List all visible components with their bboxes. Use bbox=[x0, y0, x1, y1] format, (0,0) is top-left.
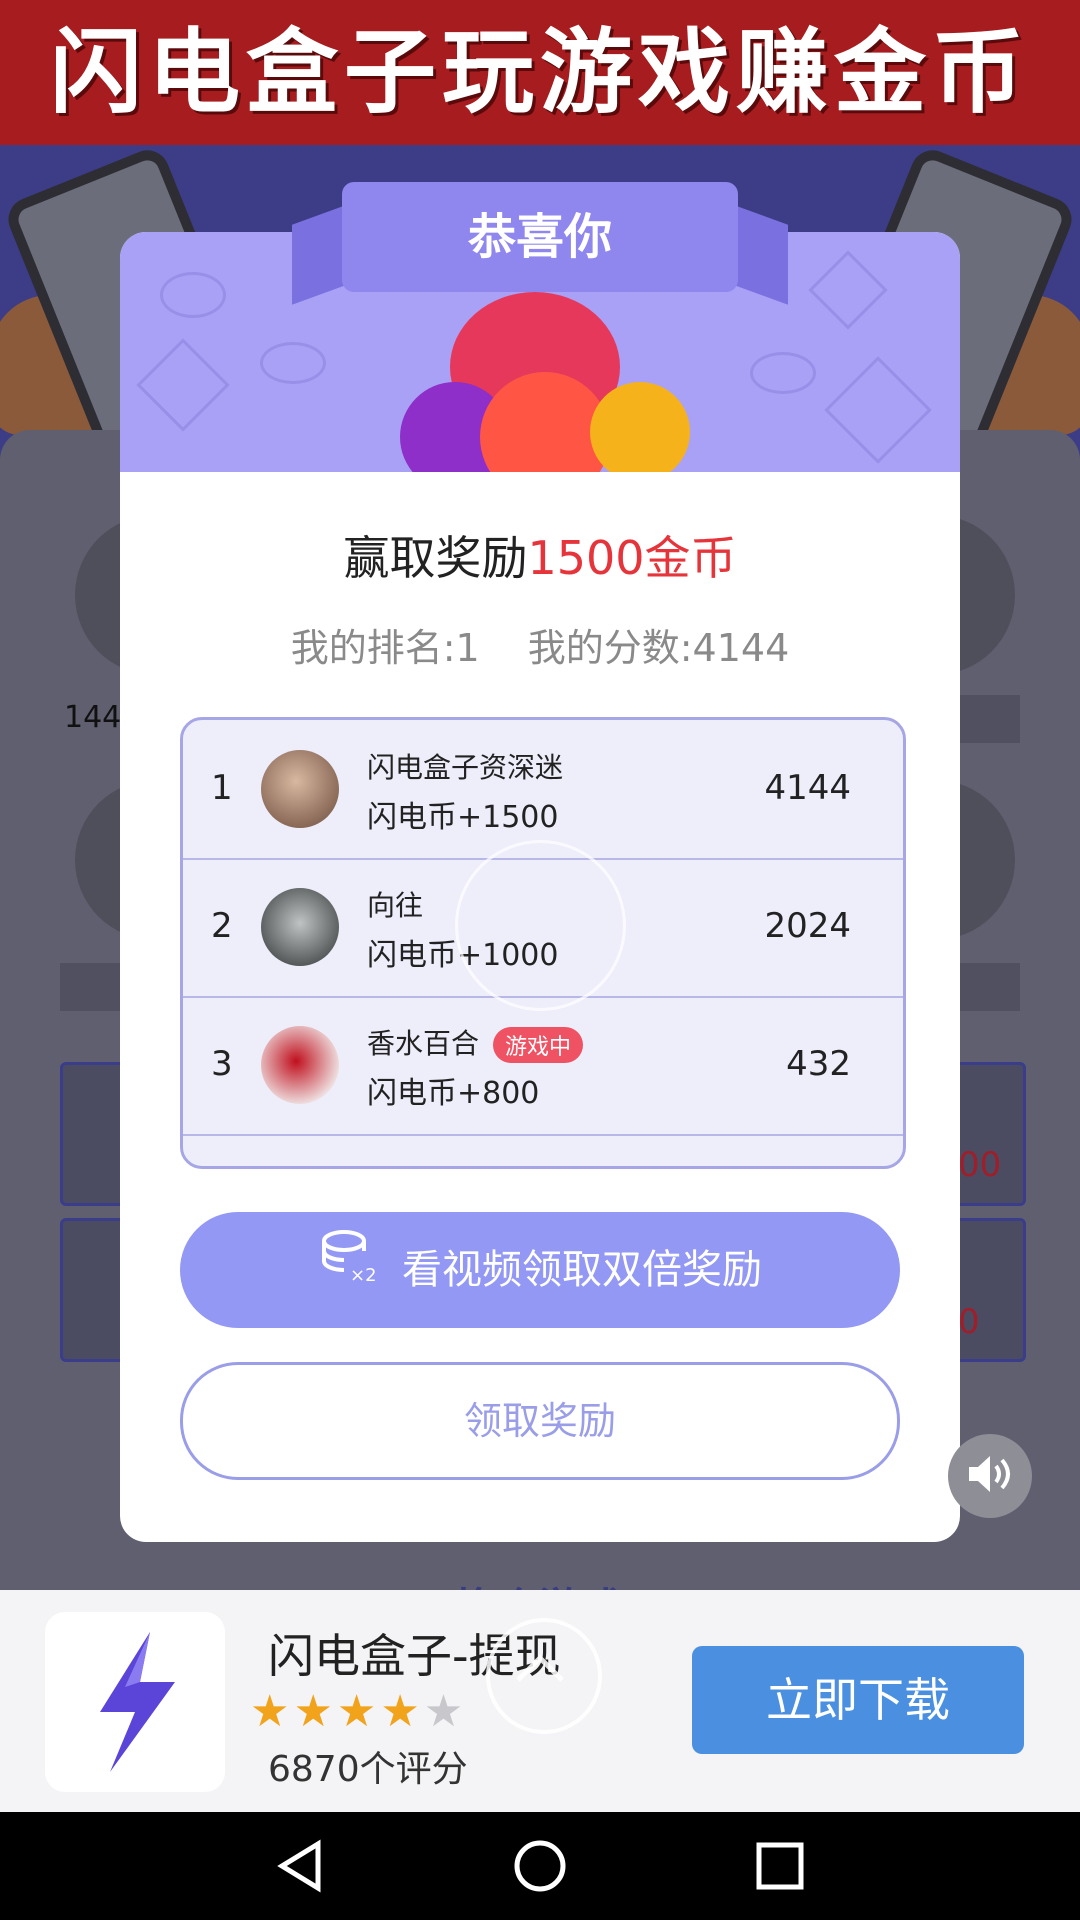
ad-close-overlay-ring bbox=[455, 840, 626, 1011]
avatar bbox=[261, 888, 339, 966]
diamond-decoration bbox=[808, 250, 888, 330]
reward-dialog: 恭喜你 赢取奖励1500金币 我的排名:1 我的分数:4144 1 闪电盒子资深迷… bbox=[120, 182, 960, 1542]
diamond-decoration bbox=[136, 338, 230, 432]
rating-count: 6870个评分 bbox=[268, 1749, 468, 1790]
rank-number: 1 bbox=[211, 768, 233, 808]
download-button[interactable]: 立即下载 bbox=[692, 1646, 1024, 1754]
coin-decoration bbox=[260, 342, 326, 384]
sound-toggle[interactable] bbox=[948, 1434, 1032, 1518]
dialog-title: 恭喜你 bbox=[467, 209, 612, 265]
watch-video-double-reward-button[interactable]: ×2 看视频领取双倍奖励 bbox=[180, 1212, 900, 1328]
background-score: 144 bbox=[64, 700, 122, 735]
coin-decoration bbox=[750, 352, 816, 394]
rank-number: 2 bbox=[211, 906, 233, 946]
speaker-icon bbox=[965, 1452, 1015, 1500]
player-reward: 闪电币+1500 bbox=[367, 800, 559, 835]
player-reward: 闪电币+800 bbox=[367, 1076, 540, 1111]
avatar bbox=[261, 1026, 339, 1104]
leaderboard-row: 1 闪电盒子资深迷 闪电币+1500 4144 bbox=[183, 720, 903, 860]
reward-heading: 赢取奖励1500金币 bbox=[120, 522, 960, 588]
star-icon-empty: ★ bbox=[423, 1686, 468, 1737]
promo-banner: 闪电盒子玩游戏赚金币 bbox=[0, 0, 1080, 145]
svg-text:×2: ×2 bbox=[350, 1265, 376, 1285]
playing-badge: 游戏中 bbox=[493, 1027, 584, 1063]
avatar bbox=[261, 750, 339, 828]
my-score: 我的分数:4144 bbox=[527, 626, 790, 670]
player-name: 香水百合 bbox=[367, 1027, 480, 1060]
coin-decoration bbox=[160, 272, 226, 318]
background-value: 00 bbox=[958, 1145, 1002, 1185]
star-icons-filled: ★★★★ bbox=[250, 1686, 424, 1737]
player-score: 432 bbox=[786, 1044, 851, 1084]
monster-illustration bbox=[590, 382, 690, 472]
player-score: 2024 bbox=[764, 906, 851, 946]
player-name: 闪电盒子资深迷 bbox=[367, 751, 564, 784]
player-name-wrap: 香水百合 游戏中 bbox=[367, 1022, 584, 1063]
double-button-label: 看视频领取双倍奖励 bbox=[402, 1247, 762, 1293]
player-score: 4144 bbox=[764, 768, 851, 808]
home-icon[interactable] bbox=[512, 1838, 568, 1894]
claim-reward-button[interactable]: 领取奖励 bbox=[180, 1362, 900, 1480]
back-icon[interactable] bbox=[272, 1838, 328, 1894]
leaderboard: 1 闪电盒子资深迷 闪电币+1500 4144 2 向往 闪电币+1000 20… bbox=[180, 717, 906, 1169]
recents-icon[interactable] bbox=[752, 1838, 808, 1894]
app-icon bbox=[45, 1612, 225, 1792]
close-icon[interactable] bbox=[486, 1618, 602, 1734]
reward-prefix: 赢取奖励 bbox=[343, 531, 528, 585]
my-stats: 我的排名:1 我的分数:4144 bbox=[120, 617, 960, 672]
player-name: 向往 bbox=[367, 889, 424, 922]
rank-number: 3 bbox=[211, 1044, 233, 1084]
my-rank: 我的排名:1 bbox=[290, 626, 480, 670]
system-navigation-bar bbox=[0, 1812, 1080, 1920]
rating-stars: ★★★★★ bbox=[250, 1686, 467, 1737]
diamond-decoration bbox=[824, 356, 932, 464]
background-value: 0 bbox=[958, 1302, 980, 1342]
reward-amount: 1500金币 bbox=[527, 531, 737, 585]
coins-x2-icon: ×2 bbox=[318, 1214, 377, 1330]
leaderboard-row: 3 香水百合 游戏中 闪电币+800 432 bbox=[183, 996, 903, 1136]
